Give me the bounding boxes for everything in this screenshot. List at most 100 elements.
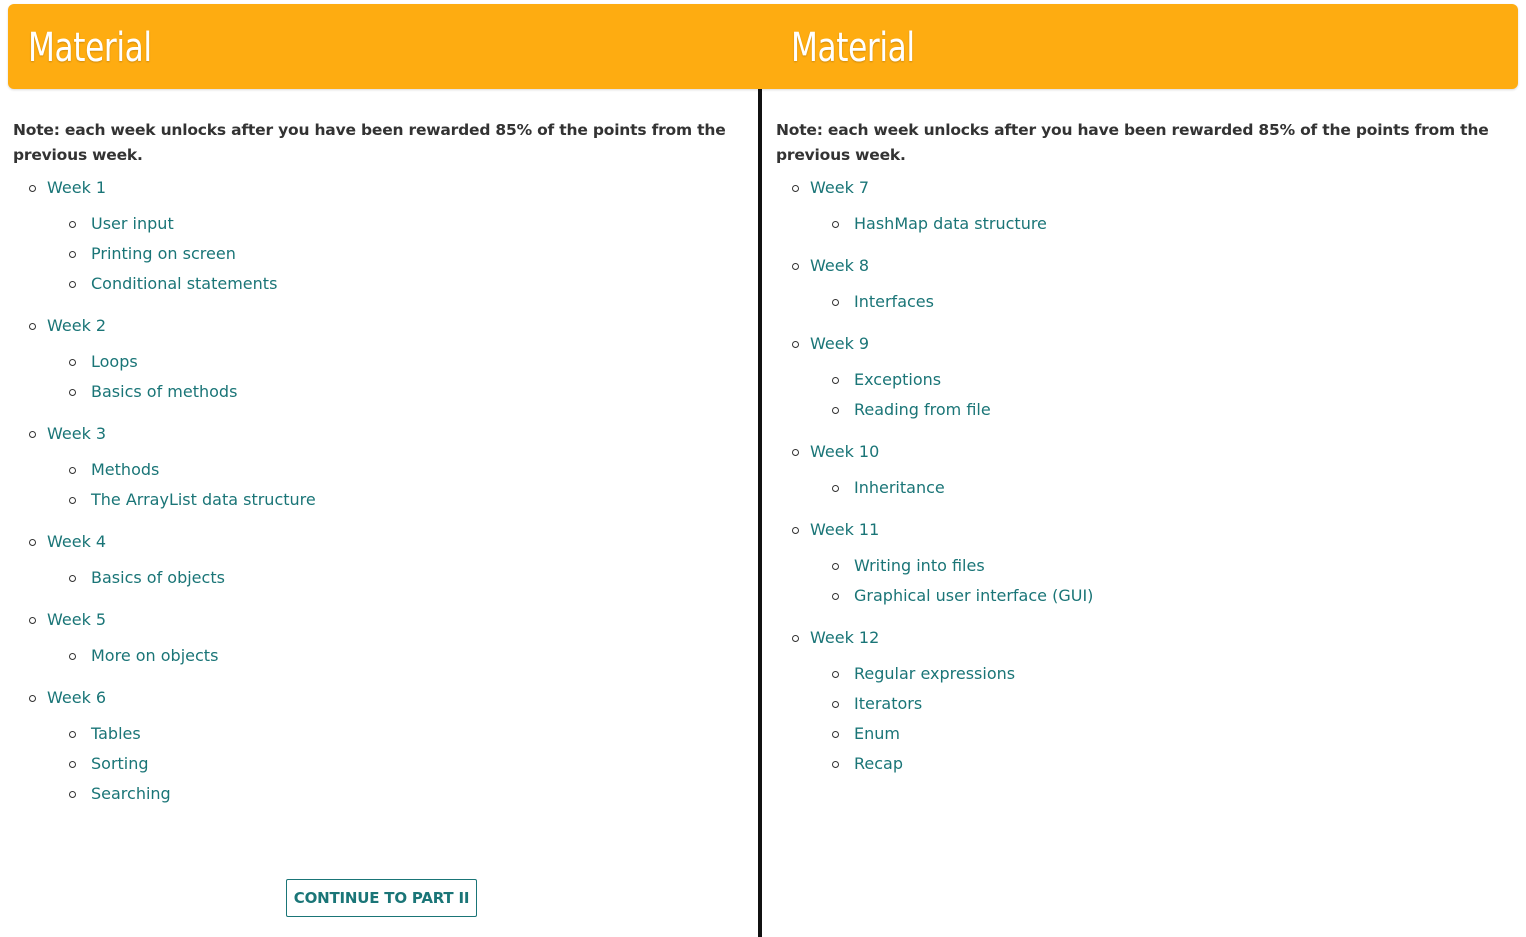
topic-link[interactable]: HashMap data structure [854, 214, 1047, 233]
week-link[interactable]: Week 8 [810, 254, 869, 278]
week-list: Week 1 User input Printing on screen Condit… [13, 176, 753, 812]
topic-link[interactable]: More on objects [91, 646, 218, 665]
week-item: Week 9 Exceptions Reading from file [776, 332, 1516, 428]
week-item: Week 10 Inheritance [776, 440, 1516, 506]
week-item: Week 5 More on objects [13, 608, 753, 674]
circle-bullet-icon [69, 389, 76, 396]
topic-list: Tables Sorting Searching [47, 722, 753, 812]
topic-item: Printing on screen [47, 242, 753, 272]
topic-link[interactable]: Loops [91, 352, 138, 371]
topic-link[interactable]: Printing on screen [91, 244, 236, 263]
topic-link[interactable]: Tables [91, 724, 141, 743]
circle-bullet-icon [792, 635, 799, 642]
topic-item: Inheritance [810, 476, 1516, 506]
circle-bullet-icon [69, 653, 76, 660]
topic-link[interactable]: Exceptions [854, 370, 941, 389]
topic-item: HashMap data structure [810, 212, 1516, 242]
topic-item: Conditional statements [47, 272, 753, 302]
topic-list: Regular expressions Iterators Enum Recap [810, 662, 1516, 782]
topic-item: Reading from file [810, 398, 1516, 428]
circle-bullet-icon [29, 185, 36, 192]
topic-link[interactable]: Conditional statements [91, 274, 277, 293]
circle-bullet-icon [29, 617, 36, 624]
unlock-note: Note: each week unlocks after you have b… [13, 121, 726, 164]
topic-item: Interfaces [810, 290, 1516, 320]
circle-bullet-icon [69, 575, 76, 582]
topic-link[interactable]: Enum [854, 724, 900, 743]
week-list: Week 7 HashMap data structure Week 8 Interf… [776, 176, 1516, 782]
topic-item: Searching [47, 782, 753, 812]
circle-bullet-icon [832, 701, 839, 708]
topic-link[interactable]: User input [91, 214, 174, 233]
circle-bullet-icon [832, 299, 839, 306]
week-link[interactable]: Week 3 [47, 422, 106, 446]
week-item: Week 2 Loops Basics of methods [13, 314, 753, 410]
header-banner: Material Material [8, 4, 1518, 89]
left-page-title: Material [28, 25, 152, 71]
topic-item: Writing into files [810, 554, 1516, 584]
unlock-note: Note: each week unlocks after you have b… [776, 121, 1489, 164]
circle-bullet-icon [792, 185, 799, 192]
left-material-column: Note: each week unlocks after you have b… [13, 118, 753, 824]
topic-item: Methods [47, 458, 753, 488]
week-item: Week 4 Basics of objects [13, 530, 753, 596]
week-item: Week 3 Methods The ArrayList data structur… [13, 422, 753, 518]
topic-item: Enum [810, 722, 1516, 752]
column-divider [758, 89, 762, 937]
week-link[interactable]: Week 2 [47, 314, 106, 338]
week-link[interactable]: Week 9 [810, 332, 869, 356]
week-item: Week 11 Writing into files Graphical user … [776, 518, 1516, 614]
topic-link[interactable]: Basics of objects [91, 568, 225, 587]
circle-bullet-icon [832, 761, 839, 768]
topic-link[interactable]: Regular expressions [854, 664, 1015, 683]
topic-link[interactable]: Sorting [91, 754, 149, 773]
circle-bullet-icon [69, 281, 76, 288]
week-link[interactable]: Week 4 [47, 530, 106, 554]
week-item: Week 8 Interfaces [776, 254, 1516, 320]
circle-bullet-icon [69, 497, 76, 504]
topic-item: Iterators [810, 692, 1516, 722]
week-link[interactable]: Week 6 [47, 686, 106, 710]
topic-list: Interfaces [810, 290, 1516, 320]
continue-to-part-ii-button[interactable]: CONTINUE TO PART II [286, 879, 477, 917]
circle-bullet-icon [832, 221, 839, 228]
topic-item: Regular expressions [810, 662, 1516, 692]
circle-bullet-icon [792, 449, 799, 456]
topic-list: User input Printing on screen Conditional … [47, 212, 753, 302]
circle-bullet-icon [69, 467, 76, 474]
topic-link[interactable]: Recap [854, 754, 903, 773]
topic-link[interactable]: Inheritance [854, 478, 945, 497]
circle-bullet-icon [69, 221, 76, 228]
topic-link[interactable]: Iterators [854, 694, 922, 713]
circle-bullet-icon [69, 791, 76, 798]
topic-link[interactable]: Reading from file [854, 400, 991, 419]
topic-item: Basics of objects [47, 566, 753, 596]
week-link[interactable]: Week 10 [810, 440, 879, 464]
topic-link[interactable]: The ArrayList data structure [91, 490, 316, 509]
topic-item: More on objects [47, 644, 753, 674]
week-link[interactable]: Week 7 [810, 176, 869, 200]
right-page-title: Material [791, 25, 915, 71]
topic-list: More on objects [47, 644, 753, 674]
circle-bullet-icon [29, 323, 36, 330]
topic-item: Basics of methods [47, 380, 753, 410]
topic-item: Recap [810, 752, 1516, 782]
week-item: Week 7 HashMap data structure [776, 176, 1516, 242]
topic-link[interactable]: Basics of methods [91, 382, 237, 401]
week-link[interactable]: Week 11 [810, 518, 879, 542]
topic-item: Loops [47, 350, 753, 380]
circle-bullet-icon [29, 695, 36, 702]
topic-link[interactable]: Searching [91, 784, 171, 803]
week-link[interactable]: Week 12 [810, 626, 879, 650]
week-link[interactable]: Week 5 [47, 608, 106, 632]
week-link[interactable]: Week 1 [47, 176, 106, 200]
topic-link[interactable]: Writing into files [854, 556, 985, 575]
circle-bullet-icon [832, 407, 839, 414]
topic-item: Sorting [47, 752, 753, 782]
topic-link[interactable]: Methods [91, 460, 159, 479]
topic-link[interactable]: Graphical user interface (GUI) [854, 586, 1093, 605]
circle-bullet-icon [832, 593, 839, 600]
topic-list: Inheritance [810, 476, 1516, 506]
topic-link[interactable]: Interfaces [854, 292, 934, 311]
topic-list: HashMap data structure [810, 212, 1516, 242]
